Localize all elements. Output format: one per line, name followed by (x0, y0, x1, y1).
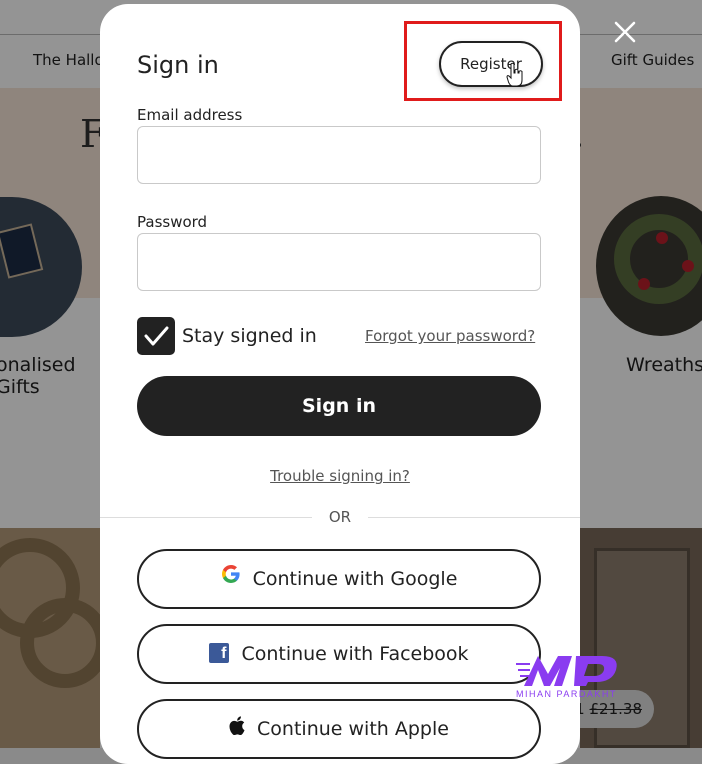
continue-with-facebook-button[interactable]: f Continue with Facebook (137, 624, 541, 684)
google-icon (221, 550, 241, 606)
forgot-password-link[interactable]: Forgot your password? (365, 327, 535, 345)
highlight-annotation-box (404, 21, 562, 101)
stay-signed-in-label[interactable]: Stay signed in (182, 325, 317, 347)
checkmark-icon (144, 326, 169, 346)
google-button-label: Continue with Google (252, 568, 458, 590)
apple-button-label: Continue with Apple (257, 718, 449, 740)
divider-left (100, 517, 312, 518)
email-field[interactable] (137, 126, 541, 184)
watermark-text: MIHAN PARDAKHT (516, 689, 617, 699)
dialog-title: Sign in (137, 51, 219, 79)
close-icon[interactable] (612, 20, 638, 46)
trouble-signing-in-link[interactable]: Trouble signing in? (100, 467, 580, 485)
continue-with-google-button[interactable]: Continue with Google (137, 549, 541, 609)
password-label: Password (137, 213, 208, 231)
sign-in-dialog: Sign in Register Email address Password … (100, 4, 580, 764)
sign-in-button[interactable]: Sign in (137, 376, 541, 436)
stay-signed-in-checkbox[interactable] (137, 317, 175, 355)
continue-with-apple-button[interactable]: Continue with Apple (137, 699, 541, 759)
hand-cursor-icon (506, 62, 524, 88)
or-separator: OR (328, 508, 352, 526)
email-label: Email address (137, 106, 243, 124)
password-field[interactable] (137, 233, 541, 291)
divider-right (368, 517, 580, 518)
facebook-icon: f (209, 643, 230, 663)
facebook-button-label: Continue with Facebook (241, 643, 469, 665)
